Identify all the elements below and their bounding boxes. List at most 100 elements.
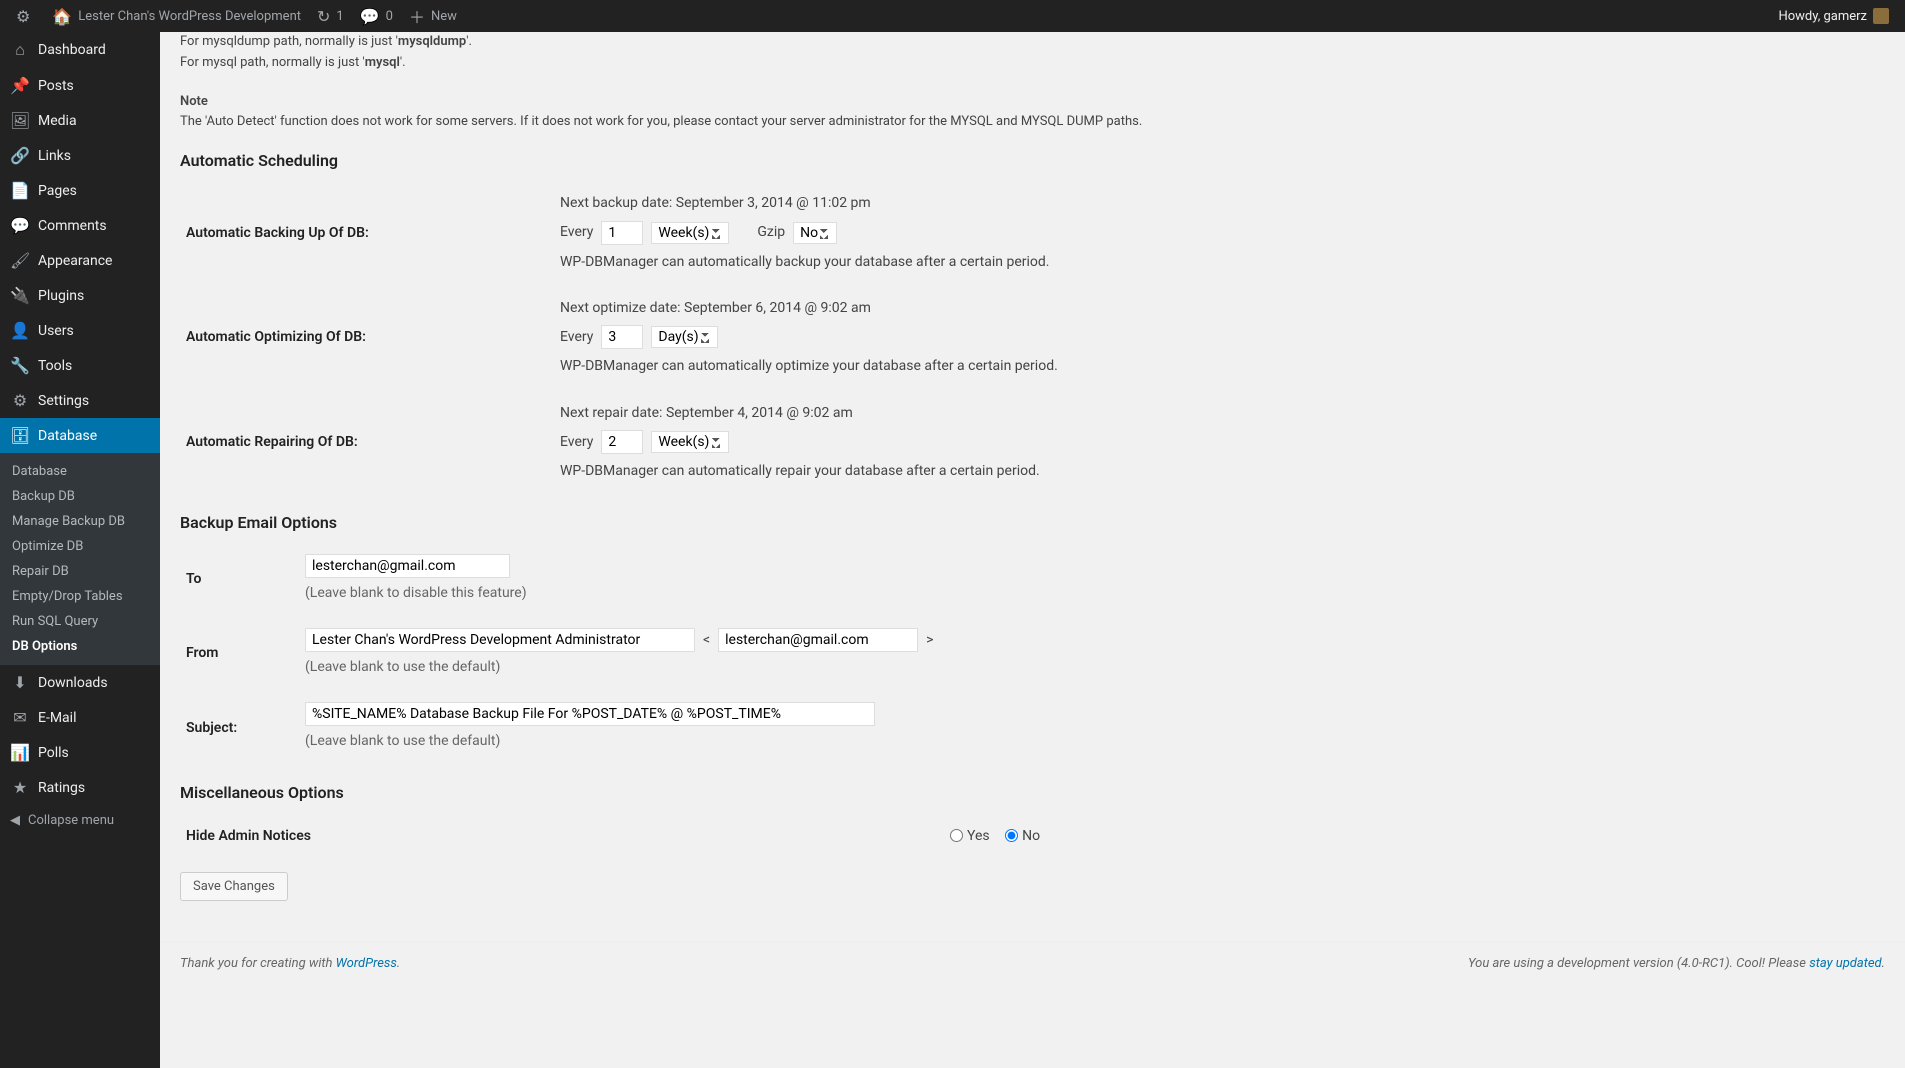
database-icon: 🗄	[10, 426, 30, 445]
new-link[interactable]: ＋ New	[401, 0, 465, 32]
sidebar-item-label: Users	[38, 323, 74, 339]
sidebar-item-appearance[interactable]: 🖌Appearance	[0, 243, 160, 278]
save-button[interactable]: Save Changes	[180, 872, 288, 901]
main-content: For mysqldump path, normally is just 'my…	[160, 32, 1905, 941]
howdy-link[interactable]: Howdy, gamerz	[1770, 8, 1897, 24]
from-email-input[interactable]	[718, 628, 918, 652]
plus-icon: ＋	[409, 4, 425, 28]
repair-label: Automatic Repairing Of DB:	[180, 390, 550, 495]
sidebar-item-posts[interactable]: 📌Posts	[0, 68, 160, 103]
backup-interval-input[interactable]	[601, 221, 643, 245]
wp-logo[interactable]: ⚙	[8, 0, 44, 32]
repair-desc: WP-DBManager can automatically repair yo…	[560, 460, 1875, 482]
sidebar-item-label: Tools	[38, 358, 72, 374]
download-icon: ⬇	[10, 673, 30, 692]
misc-heading: Miscellaneous Options	[180, 783, 1885, 802]
submenu-item-optimize-db[interactable]: Optimize DB	[0, 534, 160, 559]
sidebar-item-media[interactable]: 🖼 Media	[0, 103, 160, 138]
to-input[interactable]	[305, 554, 510, 578]
sidebar-item-pages[interactable]: 📄 Pages	[0, 173, 160, 208]
submenu-item-repair-db[interactable]: Repair DB	[0, 559, 160, 584]
sidebar-item-label: Polls	[38, 745, 69, 761]
submenu-item-empty-drop-tables[interactable]: Empty/Drop Tables	[0, 584, 160, 609]
sidebar-item-label: Settings	[38, 393, 89, 409]
sidebar-item-downloads[interactable]: ⬇ Downloads	[0, 665, 160, 700]
settings-icon: ⚙	[10, 391, 30, 410]
stay-updated-link[interactable]: stay updated	[1809, 956, 1881, 971]
site-title: Lester Chan's WordPress Development	[78, 9, 301, 24]
refresh-icon: ↻	[317, 7, 330, 26]
from-hint: (Leave blank to use the default)	[305, 656, 1875, 678]
submenu-item-backup-db[interactable]: Backup DB	[0, 484, 160, 509]
optimize-period-select[interactable]: Day(s)	[651, 326, 718, 348]
sidebar-item-label: Pages	[38, 183, 77, 199]
note-block: Note The 'Auto Detect' function does not…	[180, 92, 1885, 134]
next-backup-date: September 3, 2014 @ 11:02 pm	[676, 195, 871, 211]
submenu-item-run-sql-query[interactable]: Run SQL Query	[0, 609, 160, 634]
backup-period-select[interactable]: Week(s)	[651, 222, 729, 244]
sidebar-item-label: Comments	[38, 218, 107, 234]
comments-link[interactable]: 💬0	[352, 0, 401, 32]
comment-icon: 💬	[360, 7, 380, 26]
backup-gzip-select[interactable]: No	[793, 222, 837, 244]
misc-table: Hide Admin Notices Yes No	[180, 812, 1885, 860]
submenu-item-database[interactable]: Database	[0, 459, 160, 484]
submenu-item-manage-backup-db[interactable]: Manage Backup DB	[0, 509, 160, 534]
hide-notices-label: Hide Admin Notices	[180, 812, 940, 860]
repair-period-select[interactable]: Week(s)	[651, 431, 729, 453]
link-icon: 🔗	[10, 146, 30, 165]
optimize-interval-input[interactable]	[601, 325, 643, 349]
repair-interval-input[interactable]	[601, 430, 643, 454]
wordpress-icon: ⚙	[16, 7, 30, 26]
page-icon: 📄	[10, 181, 30, 200]
sidebar-item-users[interactable]: 👤Users	[0, 313, 160, 348]
submenu-item-db-options[interactable]: DB Options	[0, 634, 160, 659]
hide-notices-no[interactable]: No	[1005, 828, 1040, 844]
backup-label: Automatic Backing Up Of DB:	[180, 180, 550, 285]
sidebar-item-plugins[interactable]: 🔌Plugins	[0, 278, 160, 313]
sidebar-item-links[interactable]: 🔗 Links	[0, 138, 160, 173]
sidebar-item-database[interactable]: 🗄 Database	[0, 418, 160, 453]
admin-bar: ⚙ 🏠 Lester Chan's WordPress Development ↻…	[0, 0, 1905, 32]
new-label: New	[431, 9, 457, 24]
media-icon: 🖼	[10, 111, 30, 130]
sidebar-item-label: Media	[38, 113, 77, 129]
sidebar-item-comments[interactable]: 💬 Comments	[0, 208, 160, 243]
from-label: From	[180, 616, 295, 690]
to-label: To	[180, 542, 295, 616]
sidebar-item-polls[interactable]: 📊 Polls	[0, 735, 160, 770]
hide-notices-yes[interactable]: Yes	[950, 828, 990, 844]
footer: Thank you for creating with WordPress. Y…	[160, 941, 1905, 985]
brush-icon: 🖌	[10, 251, 30, 270]
home-icon: 🏠	[52, 7, 72, 26]
updates-link[interactable]: ↻1	[309, 0, 352, 32]
sidebar-item-label: Ratings	[38, 780, 85, 796]
comments-count: 0	[386, 9, 393, 24]
poll-icon: 📊	[10, 743, 30, 762]
sidebar-item-dashboard[interactable]: ⌂Dashboard	[0, 32, 160, 68]
email-icon: ✉	[10, 708, 30, 727]
email-table: To (Leave blank to disable this feature)…	[180, 542, 1885, 765]
sidebar-item-label: Downloads	[38, 675, 108, 691]
scheduling-heading: Automatic Scheduling	[180, 151, 1885, 170]
from-name-input[interactable]	[305, 628, 695, 652]
sidebar-item-tools[interactable]: 🔧Tools	[0, 348, 160, 383]
sidebar-item-settings[interactable]: ⚙ Settings	[0, 383, 160, 418]
site-link[interactable]: 🏠 Lester Chan's WordPress Development	[44, 0, 309, 32]
email-heading: Backup Email Options	[180, 513, 1885, 532]
sidebar-item-ratings[interactable]: ★Ratings	[0, 770, 160, 805]
sidebar-item-label: Links	[38, 148, 71, 164]
sidebar-item-label: E-Mail	[38, 710, 76, 726]
subject-input[interactable]	[305, 702, 875, 726]
sidebar-item-e-mail[interactable]: ✉ E-Mail	[0, 700, 160, 735]
scheduling-table: Automatic Backing Up Of DB: Next backup …	[180, 180, 1885, 494]
optimize-desc: WP-DBManager can automatically optimize …	[560, 355, 1875, 377]
comment-icon: 💬	[10, 216, 30, 235]
wordpress-link[interactable]: WordPress	[336, 956, 397, 971]
subject-label: Subject:	[180, 690, 295, 764]
updates-count: 1	[336, 9, 343, 24]
dashboard-icon: ⌂	[10, 40, 30, 60]
collapse-menu[interactable]: ◀Collapse menu	[0, 805, 160, 836]
chevron-left-icon: ◀	[10, 813, 20, 828]
sidebar-item-label: Database	[38, 428, 97, 444]
